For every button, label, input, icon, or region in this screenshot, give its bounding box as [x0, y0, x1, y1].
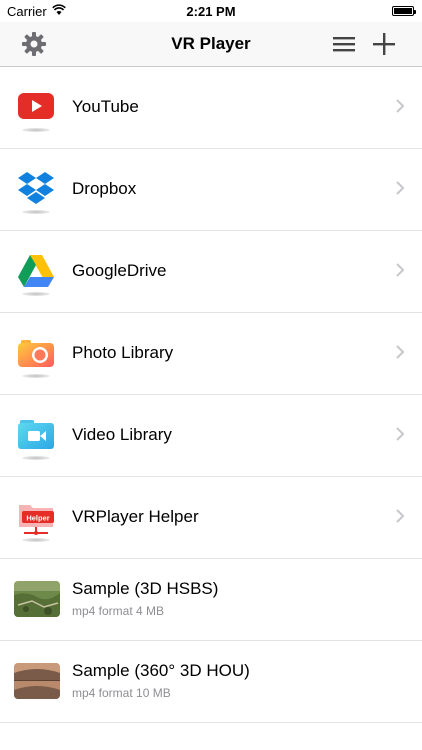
list-item-label: Video Library [72, 425, 172, 444]
video-title: Sample (3D HSBS) [72, 579, 219, 598]
nav-bar: VR Player [0, 22, 422, 67]
menu-icon[interactable] [330, 30, 358, 58]
list-item-vrplayer-helper[interactable]: Helper VRPlayer Helper [0, 477, 422, 559]
chevron-right-icon [396, 509, 405, 523]
list-item-label: Photo Library [72, 343, 174, 362]
video-item-sample-360-3d-hou[interactable]: Sample (360° 3D HOU) mp4 format 10 MB [0, 641, 422, 723]
add-icon[interactable] [370, 30, 398, 58]
source-list: YouTube Dropbox GoogleDrive Photo Librar… [0, 67, 422, 723]
video-camera-icon [18, 420, 54, 449]
helper-folder-icon: Helper [19, 505, 54, 535]
list-item-googledrive[interactable]: GoogleDrive [0, 231, 422, 313]
battery-icon [392, 6, 416, 16]
dropbox-icon [18, 172, 54, 204]
list-item-label: VRPlayer Helper [72, 507, 199, 526]
icon-shadow [22, 210, 50, 214]
google-drive-icon [18, 255, 54, 287]
chevron-right-icon [396, 263, 405, 277]
list-item-video-library[interactable]: Video Library [0, 395, 422, 477]
icon-shadow [22, 456, 50, 460]
list-item-label: Dropbox [72, 179, 137, 198]
chevron-right-icon [396, 181, 405, 195]
clock: 2:21 PM [186, 4, 236, 19]
video-item-sample-3d-hsbs[interactable]: Sample (3D HSBS) mp4 format 4 MB [0, 559, 422, 641]
status-bar: Carrier 2:21 PM [0, 0, 422, 22]
icon-shadow [22, 374, 50, 378]
video-meta: mp4 format 10 MB [72, 686, 171, 700]
chevron-right-icon [396, 345, 405, 359]
chevron-right-icon [396, 99, 405, 113]
list-item-photo-library[interactable]: Photo Library [0, 313, 422, 395]
chevron-right-icon [396, 427, 405, 441]
camera-icon [18, 340, 54, 367]
video-meta: mp4 format 4 MB [72, 604, 165, 618]
helper-badge-text: Helper [26, 514, 49, 523]
list-item-dropbox[interactable]: Dropbox [0, 149, 422, 231]
video-title: Sample (360° 3D HOU) [72, 661, 250, 680]
icon-shadow [22, 538, 50, 542]
youtube-icon [18, 93, 54, 119]
list-item-label: YouTube [72, 97, 139, 116]
list-item-label: GoogleDrive [72, 261, 167, 280]
page-title: VR Player [171, 34, 251, 53]
video-thumbnail [14, 663, 60, 699]
icon-shadow [22, 128, 50, 132]
video-thumbnail [14, 581, 60, 617]
list-item-youtube[interactable]: YouTube [0, 67, 422, 149]
icon-shadow [22, 292, 50, 296]
